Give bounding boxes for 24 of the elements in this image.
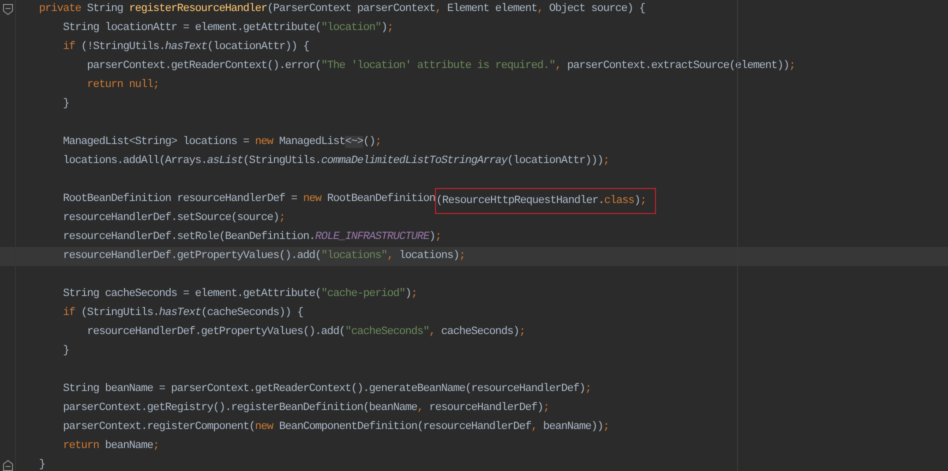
code-line: resourceHandlerDef.setSource(source);	[62, 211, 286, 226]
code-line: parserContext.getRegistry().registerBeanDefinition(beanName, resourceHandlerDef);	[62, 401, 550, 416]
code-line: private String registerResourceHandler(ParserContext parserContext, Element element, Object source) {	[39, 2, 646, 17]
code-line: }	[62, 344, 70, 359]
code-line: parserContext.registerComponent(new BeanComponentDefinition(resourceHandlerDef, beanName));	[62, 420, 610, 435]
code-line: if (!StringUtils.hasText(locationAttr)) {	[62, 40, 310, 55]
code-line: ManagedList<String> locations = new ManagedList<~>();	[62, 135, 382, 150]
code-line: parserContext.getReaderContext().error("The 'location' attribute is required.", parserContext.extractSource(element));	[86, 59, 796, 74]
code-line: String cacheSeconds = element.getAttribute("cache-period");	[62, 287, 418, 302]
code-line: String locationAttr = element.getAttribute("location");	[62, 21, 394, 36]
highlighted-code: (ResourceHttpRequestHandler.class);	[435, 188, 656, 214]
code-line: locations.addAll(Arrays.asList(StringUtils.commaDelimitedListToStringArray(locationAttr)));	[62, 154, 610, 169]
code-line: resourceHandlerDef.setRole(BeanDefinition.ROLE_INFRASTRUCTURE);	[62, 230, 442, 245]
code-line: return null;	[86, 78, 160, 93]
fold-icon[interactable]	[2, 4, 12, 15]
code-line: resourceHandlerDef.getPropertyValues().add("cacheSeconds", cacheSeconds);	[86, 325, 526, 340]
code-line: }	[39, 458, 46, 471]
code-line: resourceHandlerDef.getPropertyValues().add("locations", locations);	[62, 249, 466, 264]
unfold-icon[interactable]	[2, 460, 12, 471]
code-line: String beanName = parserContext.getReaderContext().generateBeanName(resourceHandlerDef);	[62, 382, 592, 397]
code-line: RootBeanDefinition resourceHandlerDef = new RootBeanDefinition	[62, 192, 436, 207]
code-line: }	[62, 97, 70, 112]
code-line: return beanName;	[62, 439, 160, 454]
code-line: if (StringUtils.hasText(cacheSeconds)) {	[62, 306, 304, 321]
